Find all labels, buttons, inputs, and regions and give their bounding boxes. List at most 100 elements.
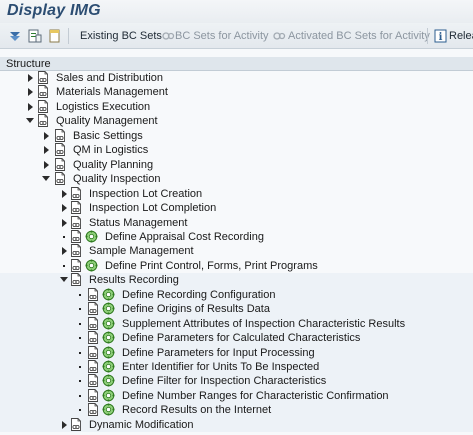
tree-node-label[interactable]: Supplement Attributes of Inspection Char… [122,318,405,331]
tree-node-label[interactable]: Materials Management [56,86,168,99]
tree-node[interactable]: Quality Management [0,114,473,129]
documentation-icon[interactable] [87,374,99,388]
documentation-icon[interactable] [70,186,82,200]
documentation-icon[interactable] [54,172,66,186]
tree-node-label[interactable]: Logistics Execution [56,101,150,114]
execute-activity-icon[interactable] [102,403,115,416]
expand-node-icon[interactable] [60,218,68,227]
tree-node[interactable]: Define Recording Configuration [0,287,473,303]
execute-activity-icon[interactable] [85,259,98,272]
tree-node-label[interactable]: Basic Settings [73,130,143,143]
tree-node-label[interactable]: Record Results on the Internet [122,404,271,417]
documentation-icon[interactable] [70,417,82,431]
execute-activity-icon[interactable] [102,331,115,344]
documentation-icon[interactable] [70,244,82,258]
tree-node[interactable]: Sales and Distribution [0,71,473,86]
tree-node-label[interactable]: Define Filter for Inspection Characteris… [122,375,326,388]
tree-node-label[interactable]: Quality Planning [73,159,153,172]
tree-node-label[interactable]: Quality Management [56,115,158,128]
tree-node-label[interactable]: Define Print Control, Forms, Print Progr… [105,260,318,273]
tree-node-label[interactable]: Quality Inspection [73,173,160,186]
tree-node[interactable]: Define Parameters for Input Processing [0,345,473,361]
tree-node-label[interactable]: Sample Management [89,245,194,258]
expand-all-icon[interactable] [8,29,22,43]
tree-node-label[interactable]: Sales and Distribution [56,72,163,85]
expand-node-icon[interactable] [42,160,50,169]
tree-node[interactable]: Record Results on the Internet [0,403,473,418]
tree-node[interactable]: Materials Management [0,85,473,100]
tree-node[interactable]: Enter Identifier for Units To Be Inspect… [0,360,473,375]
tree-node-label[interactable]: Define Parameters for Calculated Charact… [122,332,360,345]
tree-node-label[interactable]: Dynamic Modification [89,419,194,432]
release-notes-button[interactable]: Relea [449,29,473,43]
tree-node[interactable]: Define Parameters for Calculated Charact… [0,331,473,346]
expand-node-icon[interactable] [60,189,68,198]
execute-activity-icon[interactable] [102,317,115,330]
documentation-icon[interactable] [37,85,49,99]
execute-activity-icon[interactable] [85,230,98,243]
tree-node[interactable]: Dynamic Modification [0,417,473,433]
tree-node[interactable]: Supplement Attributes of Inspection Char… [0,316,473,332]
documentation-icon[interactable] [87,360,99,373]
documentation-icon[interactable] [54,128,66,142]
documentation-icon[interactable] [70,215,82,229]
documentation-icon[interactable] [70,201,82,214]
execute-activity-icon[interactable] [102,360,115,373]
tree-node-label[interactable]: Inspection Lot Completion [89,202,216,215]
collapse-node-icon[interactable] [42,175,50,183]
expand-node-icon[interactable] [42,146,50,155]
tree-node[interactable]: Inspection Lot Completion [0,201,473,216]
documentation-icon[interactable] [87,403,99,417]
tree-node[interactable]: Define Origins of Results Data [0,302,473,317]
documentation-icon[interactable] [70,258,82,272]
tree-node[interactable]: Results Recording [0,273,473,288]
documentation-icon[interactable] [87,302,99,316]
expand-node-icon[interactable] [60,420,68,429]
document-structure-icon[interactable] [28,29,42,43]
documentation-icon[interactable] [37,114,49,128]
tree-node[interactable]: Logistics Execution [0,99,473,115]
documentation-icon[interactable] [37,71,49,84]
documentation-icon[interactable] [70,273,82,287]
execute-activity-icon[interactable] [102,374,115,387]
collapse-node-icon[interactable] [26,117,34,125]
expand-node-icon[interactable] [42,131,50,140]
tree-node[interactable]: QM in Logistics [0,143,473,158]
activated-bc-sets-for-activity-button[interactable]: Activated BC Sets for Activity [288,29,430,43]
expand-node-icon[interactable] [26,102,34,111]
documentation-icon[interactable] [70,229,82,243]
execute-activity-icon[interactable] [102,288,115,301]
tree-node-label[interactable]: Inspection Lot Creation [89,188,202,201]
bc-sets-for-activity-button[interactable]: BC Sets for Activity [175,29,269,43]
documentation-icon[interactable] [54,143,66,157]
tree-node-label[interactable]: Define Appraisal Cost Recording [105,231,264,244]
tree-node[interactable]: Status Management [0,215,473,231]
expand-node-icon[interactable] [26,88,34,97]
tree-node[interactable]: Quality Planning [0,157,473,173]
tree-node[interactable]: Basic Settings [0,128,473,144]
documentation-icon[interactable] [87,316,99,330]
tree-node[interactable]: Define Print Control, Forms, Print Progr… [0,258,473,274]
expand-node-icon[interactable] [60,247,68,256]
tree-node[interactable]: Define Filter for Inspection Characteris… [0,374,473,389]
collapse-node-icon[interactable] [60,276,68,284]
documentation-icon[interactable] [87,287,99,301]
tree-node-label[interactable]: QM in Logistics [73,144,148,157]
existing-bc-sets-button[interactable]: Existing BC Sets [80,29,162,43]
documentation-icon[interactable] [37,99,49,113]
tree-node[interactable]: Quality Inspection [0,172,473,187]
documentation-icon[interactable] [54,157,66,171]
tree-node-label[interactable]: Define Origins of Results Data [122,303,270,316]
documentation-icon[interactable] [87,388,99,402]
expand-node-icon[interactable] [60,204,68,213]
tree-node[interactable]: Inspection Lot Creation [0,186,473,202]
tree-node-label[interactable]: Results Recording [89,274,179,287]
documentation-icon[interactable] [87,331,99,345]
note-icon[interactable] [48,29,62,43]
tree-node-label[interactable]: Define Number Ranges for Characteristic … [122,390,389,403]
tree-node-label[interactable]: Enter Identifier for Units To Be Inspect… [122,361,319,374]
execute-activity-icon[interactable] [102,346,115,359]
tree-node-label[interactable]: Define Parameters for Input Processing [122,347,315,360]
expand-node-icon[interactable] [26,74,34,82]
execute-activity-icon[interactable] [102,389,115,402]
